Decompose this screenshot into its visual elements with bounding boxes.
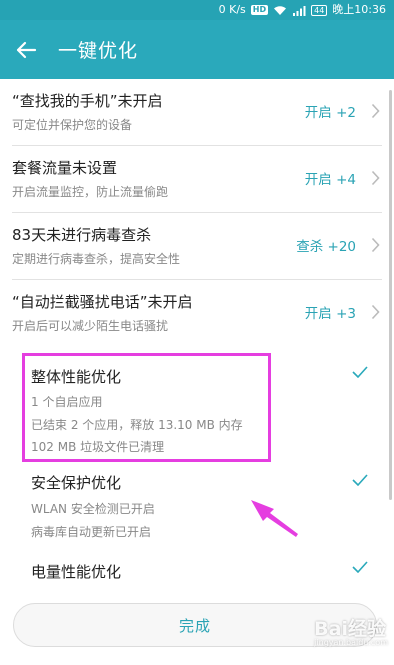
check-icon bbox=[352, 474, 368, 486]
task-action-button[interactable]: 开启 +3 bbox=[305, 302, 356, 322]
chevron-right-icon bbox=[371, 237, 380, 253]
title-bar: 一键优化 bbox=[0, 20, 394, 79]
task-action-button[interactable]: 查杀 +20 bbox=[296, 235, 356, 255]
wifi-icon bbox=[274, 5, 287, 15]
task-title: 83天未进行病毒查杀 bbox=[12, 226, 152, 244]
task-row-block-calls[interactable]: “自动拦截骚扰电话”未开启 开启后可以减少陌生电话骚扰 开启 +3 bbox=[0, 280, 394, 347]
chevron-right-icon bbox=[371, 103, 380, 119]
optimized-title: 电量性能优化 bbox=[31, 563, 122, 581]
network-speed: 0 K/s bbox=[218, 3, 246, 16]
task-row-virus-scan[interactable]: 83天未进行病毒查杀 定期进行病毒查杀，提高安全性 查杀 +20 bbox=[0, 213, 394, 280]
task-row-data-plan[interactable]: 套餐流量未设置 开启流量监控，防止流量偷跑 开启 +4 bbox=[0, 146, 394, 213]
task-title: 套餐流量未设置 bbox=[12, 159, 118, 177]
optimized-title: 安全保护优化 bbox=[31, 474, 122, 492]
task-subtitle: 开启流量监控，防止流量偷跑 bbox=[12, 185, 169, 199]
chevron-right-icon bbox=[371, 170, 380, 186]
hd-icon: HD bbox=[250, 5, 269, 15]
status-bar: 0 K/s HD 44 晚上10:36 bbox=[0, 0, 394, 20]
page-title: 一键优化 bbox=[58, 40, 139, 62]
back-button[interactable] bbox=[0, 20, 52, 79]
task-action-button[interactable]: 开启 +4 bbox=[305, 168, 356, 188]
task-title: “查找我的手机”未开启 bbox=[12, 92, 163, 110]
task-subtitle: 开启后可以减少陌生电话骚扰 bbox=[12, 319, 169, 333]
task-subtitle: 可定位并保护您的设备 bbox=[12, 118, 133, 132]
battery-icon: 44 bbox=[311, 4, 328, 16]
task-row-find-my-phone[interactable]: “查找我的手机”未开启 可定位并保护您的设备 开启 +2 bbox=[0, 79, 394, 146]
clock: 晚上10:36 bbox=[332, 3, 386, 16]
chevron-right-icon bbox=[371, 304, 380, 320]
scrollbar[interactable] bbox=[389, 90, 392, 500]
highlight-box bbox=[22, 353, 271, 462]
optimized-detail: 病毒库自动更新已开启 bbox=[31, 525, 152, 539]
signal-icon bbox=[293, 5, 306, 16]
task-subtitle: 定期进行病毒查杀，提高安全性 bbox=[12, 252, 181, 266]
check-icon bbox=[352, 561, 368, 573]
task-action-button[interactable]: 开启 +2 bbox=[305, 101, 356, 121]
task-title: “自动拦截骚扰电话”未开启 bbox=[12, 293, 193, 311]
watermark-logo: Bai经验 jingyan.baidu.com bbox=[314, 618, 388, 647]
optimized-detail: WLAN 安全检测已开启 bbox=[31, 502, 155, 516]
check-icon bbox=[352, 366, 368, 378]
arrow-left-icon bbox=[16, 41, 37, 58]
